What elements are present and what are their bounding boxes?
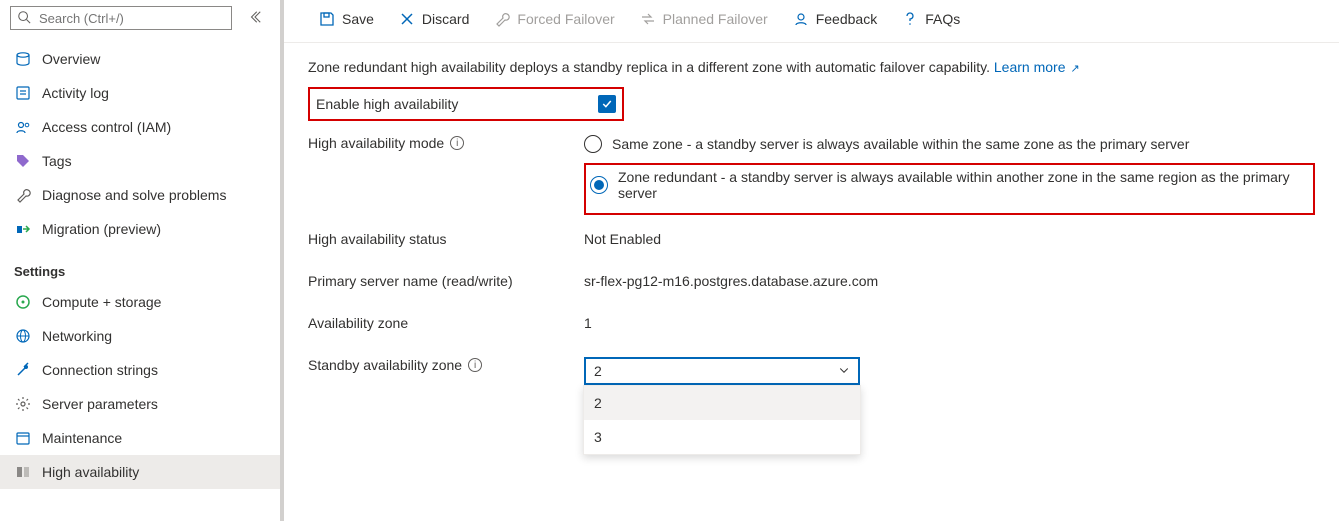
- discard-label: Discard: [422, 11, 469, 27]
- radio-icon: [584, 135, 602, 153]
- enable-ha-checkbox[interactable]: [598, 95, 616, 113]
- sidebar-item-label: Migration (preview): [42, 221, 161, 237]
- sidebar-item-label: Diagnose and solve problems: [42, 187, 226, 203]
- feedback-icon: [792, 10, 810, 28]
- sidebar-item-label: Server parameters: [42, 396, 158, 412]
- mode-same-zone-label: Same zone - a standby server is always a…: [612, 136, 1189, 152]
- description-text: Zone redundant high availability deploys…: [308, 59, 1315, 75]
- sidebar-item-label: Connection strings: [42, 362, 158, 378]
- gear-icon: [14, 395, 32, 413]
- save-label: Save: [342, 11, 374, 27]
- wrench-icon: [14, 186, 32, 204]
- availability-zone-label: Availability zone: [308, 315, 584, 331]
- description-span: Zone redundant high availability deploys…: [308, 59, 994, 75]
- sidebar-item-maintenance[interactable]: Maintenance: [0, 421, 280, 455]
- sidebar-item-high-availability[interactable]: High availability: [0, 455, 280, 489]
- save-button[interactable]: Save: [308, 6, 384, 32]
- sidebar-item-label: Tags: [42, 153, 72, 169]
- sidebar-item-server-parameters[interactable]: Server parameters: [0, 387, 280, 421]
- standby-zone-option[interactable]: 2: [584, 386, 860, 420]
- sidebar-item-label: Overview: [42, 51, 100, 67]
- sidebar-item-label: High availability: [42, 464, 139, 480]
- people-icon: [14, 118, 32, 136]
- connection-icon: [14, 361, 32, 379]
- feedback-label: Feedback: [816, 11, 877, 27]
- planned-failover-button: Planned Failover: [629, 6, 778, 32]
- sidebar-item-compute-storage[interactable]: Compute + storage: [0, 285, 280, 319]
- planned-failover-icon: [639, 10, 657, 28]
- tag-icon: [14, 152, 32, 170]
- save-icon: [318, 10, 336, 28]
- forced-failover-button: Forced Failover: [483, 6, 624, 32]
- standby-zone-select[interactable]: 2: [584, 357, 860, 385]
- sidebar-item-networking[interactable]: Networking: [0, 319, 280, 353]
- standby-zone-label: Standby availability zone: [308, 357, 462, 373]
- status-label: High availability status: [308, 231, 584, 247]
- standby-zone-dropdown: 2 3: [583, 385, 861, 455]
- chevron-down-icon: [838, 363, 850, 379]
- sidebar: Overview Activity log Access control (IA…: [0, 0, 280, 521]
- server-icon: [14, 50, 32, 68]
- discard-button[interactable]: Discard: [388, 6, 479, 32]
- help-icon: [901, 10, 919, 28]
- search-field[interactable]: [37, 10, 225, 27]
- sidebar-item-label: Activity log: [42, 85, 109, 101]
- feedback-button[interactable]: Feedback: [782, 6, 887, 32]
- globe-icon: [14, 327, 32, 345]
- learn-more-link[interactable]: Learn more ↗: [994, 59, 1080, 75]
- mode-zone-redundant-option[interactable]: Zone redundant - a standby server is alw…: [590, 169, 1309, 201]
- mode-same-zone-option[interactable]: Same zone - a standby server is always a…: [584, 135, 1315, 153]
- sidebar-item-migration[interactable]: Migration (preview): [0, 212, 280, 246]
- sidebar-item-diagnose[interactable]: Diagnose and solve problems: [0, 178, 280, 212]
- sidebar-collapse-button[interactable]: [240, 10, 270, 27]
- sidebar-item-label: Networking: [42, 328, 112, 344]
- sidebar-item-overview[interactable]: Overview: [0, 42, 280, 76]
- ha-icon: [14, 463, 32, 481]
- enable-ha-row: Enable high availability: [308, 87, 624, 121]
- search-input[interactable]: [10, 6, 232, 30]
- info-icon[interactable]: i: [450, 136, 464, 150]
- faqs-label: FAQs: [925, 11, 960, 27]
- standby-zone-option[interactable]: 3: [584, 420, 860, 454]
- primary-value: sr-flex-pg12-m16.postgres.database.azure…: [584, 273, 1315, 289]
- sidebar-nav: Overview Activity log Access control (IA…: [0, 38, 280, 521]
- sidebar-item-connection-strings[interactable]: Connection strings: [0, 353, 280, 387]
- mode-label: High availability mode: [308, 135, 444, 151]
- info-icon[interactable]: i: [468, 358, 482, 372]
- enable-ha-label: Enable high availability: [316, 96, 598, 112]
- maintenance-icon: [14, 429, 32, 447]
- availability-zone-value: 1: [584, 315, 1315, 331]
- search-icon: [17, 10, 31, 27]
- sidebar-item-access-control[interactable]: Access control (IAM): [0, 110, 280, 144]
- settings-heading: Settings: [0, 246, 280, 285]
- forced-failover-icon: [493, 10, 511, 28]
- sidebar-item-tags[interactable]: Tags: [0, 144, 280, 178]
- toolbar: Save Discard Forced Failover Planned Fai…: [284, 0, 1339, 43]
- close-icon: [398, 10, 416, 28]
- radio-checked-icon: [590, 176, 608, 194]
- external-link-icon: ↗: [1067, 63, 1079, 75]
- planned-failover-label: Planned Failover: [663, 11, 768, 27]
- log-icon: [14, 84, 32, 102]
- learn-more-label: Learn more: [994, 59, 1066, 75]
- status-value: Not Enabled: [584, 231, 1315, 247]
- disk-icon: [14, 293, 32, 311]
- sidebar-item-label: Access control (IAM): [42, 119, 171, 135]
- mode-zone-redundant-label: Zone redundant - a standby server is alw…: [618, 169, 1309, 201]
- sidebar-item-label: Compute + storage: [42, 294, 161, 310]
- migration-icon: [14, 220, 32, 238]
- primary-label: Primary server name (read/write): [308, 273, 584, 289]
- sidebar-item-label: Maintenance: [42, 430, 122, 446]
- standby-zone-selected: 2: [594, 363, 602, 379]
- sidebar-item-activity-log[interactable]: Activity log: [0, 76, 280, 110]
- faqs-button[interactable]: FAQs: [891, 6, 970, 32]
- forced-failover-label: Forced Failover: [517, 11, 614, 27]
